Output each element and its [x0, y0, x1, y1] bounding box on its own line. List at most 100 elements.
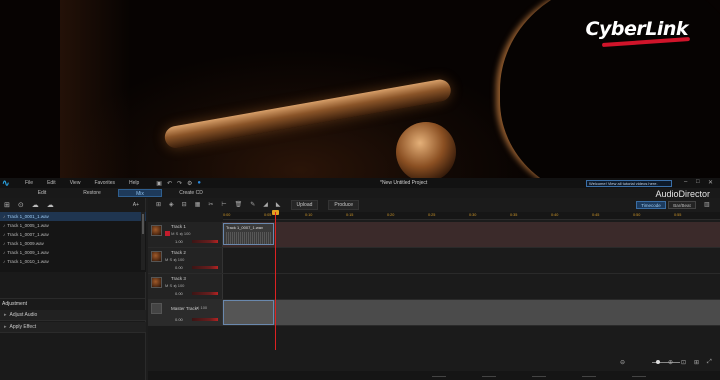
media-item[interactable]: ♪ Track 1_0007_1.wav [0, 230, 146, 239]
track-volume: 1.00 [175, 239, 183, 244]
track-controls: M S ◂) 100 [165, 231, 191, 237]
audio-file-icon: ♪ [3, 241, 6, 246]
delete-icon[interactable]: 🗑 [235, 201, 243, 208]
tab-edit[interactable]: Edit [30, 189, 54, 197]
expand-arrow-icon: ▸ [4, 324, 7, 330]
menu-help[interactable]: Help [129, 180, 139, 186]
speaker-icon[interactable]: ◂) [179, 231, 182, 236]
menu-grid-icon[interactable]: ▥ [704, 201, 710, 208]
solo-button[interactable]: S [169, 283, 172, 288]
settings-icon[interactable]: ⚙ [187, 180, 192, 187]
font-size-button[interactable]: A+ [133, 202, 139, 208]
tab-restore[interactable]: Restore [78, 189, 106, 197]
video-background: CyberLink [0, 0, 720, 178]
produce-button[interactable]: Produce [328, 199, 360, 210]
upload-button[interactable]: Upload [290, 199, 319, 210]
audio-file-icon: ♪ [3, 250, 6, 255]
plugin-icon[interactable]: ☁ [32, 201, 39, 209]
menu-view[interactable]: View [70, 180, 81, 186]
track-level-meter [192, 318, 218, 321]
zoom-in-icon[interactable]: ⊕ [668, 359, 673, 366]
audio-clip[interactable]: Track 1_0007_1.wav [223, 223, 274, 245]
minimize-button[interactable]: – [684, 179, 687, 185]
media-library-panel: ⊞ ⊙ ☁ ☁ A+ ♪ Track 1_0001_1.wav ♪ Track 1_… [0, 198, 146, 380]
zoom-slider-knob[interactable] [656, 360, 660, 364]
tab-mix[interactable]: Mix [118, 189, 162, 197]
ruler-tick: 0:15 [346, 213, 354, 217]
timeline-panel: ⊞ ◈ ⊟ ▦ ✂ ⊢ 🗑 ✎ ◢ ◣ Upload Produce Timec… [148, 198, 720, 380]
maximize-button[interactable]: □ [696, 179, 700, 185]
speaker-icon[interactable]: ◂) [173, 257, 176, 262]
speaker-icon[interactable]: ◂) [196, 305, 199, 310]
expand-arrow-icon: ▸ [4, 312, 7, 318]
audio-file-icon: ♪ [3, 232, 6, 237]
record-icon[interactable]: ⊙ [18, 201, 24, 209]
playhead-line[interactable] [275, 212, 276, 350]
fade-in-icon[interactable]: ◢ [263, 201, 268, 208]
track-lane[interactable] [223, 300, 720, 325]
zoom-out-icon[interactable]: ⊖ [620, 359, 625, 366]
timeline-scrollbar[interactable] [148, 371, 720, 380]
cloud-icon[interactable]: ☁ [47, 201, 54, 209]
trim-icon[interactable]: ⊢ [221, 201, 226, 208]
import-icon[interactable]: ⊞ [4, 201, 10, 209]
mute-button[interactable]: M [171, 231, 174, 236]
timecode-toggle[interactable]: Timecode [636, 201, 666, 209]
upgrade-icon[interactable]: ● [197, 180, 201, 187]
track-controls: M S ◂) 100 [165, 283, 184, 288]
adjust-audio-row[interactable]: ▸ Adjust Audio [0, 310, 146, 321]
media-item[interactable]: ♪ Track 1_0009.wav [0, 239, 146, 248]
track-row: Track 3 M S ◂) 100 0.00 [148, 274, 720, 300]
mute-button[interactable]: M [165, 283, 168, 288]
media-item[interactable]: ♪ Track 1_0005_1.wav [0, 221, 146, 230]
undo-icon[interactable]: ↶ [167, 180, 172, 187]
solo-button[interactable]: S [169, 257, 172, 262]
add-track-icon[interactable]: ⊞ [156, 201, 161, 208]
redo-icon[interactable]: ↷ [177, 180, 182, 187]
split-icon[interactable]: ✂ [208, 201, 213, 208]
record-arm-icon[interactable] [165, 231, 170, 237]
library-toolbar: ⊞ ⊙ ☁ ☁ A+ [0, 198, 145, 212]
fade-out-icon[interactable]: ◣ [276, 201, 281, 208]
menu-edit[interactable]: Edit [47, 180, 56, 186]
track-lane[interactable]: Track 1_0007_1.wav [223, 222, 720, 247]
mute-button[interactable]: M [165, 257, 168, 262]
tab-create-cd[interactable]: Create CD [174, 189, 208, 197]
master-selection[interactable] [223, 300, 274, 325]
menu-file[interactable]: File [25, 180, 33, 186]
track-header: Master Track ◂) 100 0.00 [148, 300, 223, 325]
zoom-tool-icon[interactable]: ⊞ [694, 359, 699, 366]
time-ruler[interactable]: 0:00 0:05 0:10 0:15 0:20 0:25 0:30 0:35 … [223, 212, 720, 220]
close-button[interactable]: ✕ [708, 179, 713, 186]
expand-icon[interactable]: ⤢ [707, 359, 712, 366]
media-item[interactable]: ♪ Track 1_0001_1.wav [0, 212, 146, 221]
welcome-tutorial-link[interactable]: Welcome! View all tutorial videos here. [586, 180, 672, 187]
media-list-scrollbar[interactable] [141, 212, 145, 270]
bar-beat-toggle[interactable]: Bar/Beat [668, 201, 696, 209]
timeline-zoom-bar: ⊖ ⊕ ⊡ ⊞ ⤢ [148, 358, 720, 370]
ruler-tick: 0:35 [510, 213, 518, 217]
solo-button[interactable]: S [176, 231, 179, 236]
track-lane[interactable] [223, 274, 720, 299]
master-track-icon [151, 303, 162, 314]
volume-icon[interactable]: ◈ [169, 201, 174, 208]
track-gain: 100 [177, 283, 185, 288]
apply-effect-row[interactable]: ▸ Apply Effect [0, 322, 146, 333]
speaker-icon[interactable]: ◂) [173, 283, 176, 288]
media-item[interactable]: ♪ Track 1_0009_1.wav [0, 248, 146, 257]
track-level-meter [192, 240, 218, 243]
pen-icon[interactable]: ✎ [250, 201, 255, 208]
scrollbar-thumb[interactable] [142, 214, 144, 234]
track-lane[interactable] [223, 248, 720, 273]
fit-icon[interactable]: ⊡ [681, 359, 686, 366]
save-icon[interactable]: ▣ [156, 180, 162, 187]
track-header: Track 1 M S ◂) 100 1.00 [148, 222, 223, 247]
background-glow [60, 0, 130, 178]
menu-favorites[interactable]: Favorites [94, 180, 115, 186]
media-item[interactable]: ♪ Track 1_0010_1.wav [0, 257, 146, 266]
track-gain: 100 [183, 231, 191, 236]
track-controls: ◂) 100 [196, 305, 207, 310]
grid-icon[interactable]: ▦ [195, 201, 201, 208]
mix-icon[interactable]: ⊟ [182, 201, 187, 208]
track-gain: 100 [177, 257, 185, 262]
